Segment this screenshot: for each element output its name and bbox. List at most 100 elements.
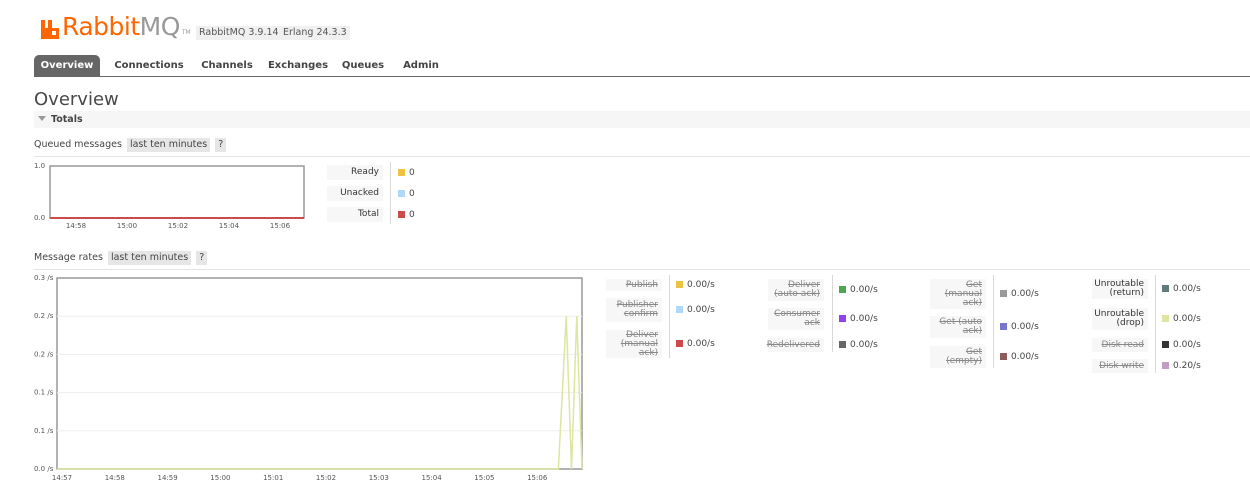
legend-swatch-icon bbox=[1162, 285, 1169, 292]
message-rates-header: Message rates last ten minutes ? bbox=[34, 251, 1250, 270]
legend-label-toggle[interactable]: Unacked bbox=[327, 186, 383, 201]
legend-separator bbox=[669, 275, 670, 358]
legend-value-text: 0 bbox=[409, 167, 415, 178]
logo-trademark: TM bbox=[181, 29, 191, 36]
x-tick-label: 15:00 bbox=[210, 474, 230, 482]
legend-swatch-icon bbox=[1162, 362, 1169, 369]
message-rates-chart: 0.0 /s 0.1 /s 0.1 /s 0.2 /s 0.2 /s 0.3 /s 14:5… bbox=[34, 274, 583, 482]
totals-section-toggle[interactable]: Totals bbox=[34, 111, 1250, 128]
legend-value: 0.00/s bbox=[1162, 340, 1201, 350]
legend-label-toggle[interactable]: Ready bbox=[327, 165, 383, 180]
legend-value: 0.00/s bbox=[676, 280, 715, 290]
legend-separator bbox=[993, 275, 994, 368]
x-tick-label: 15:04 bbox=[219, 222, 240, 230]
legend-value: 0 bbox=[398, 189, 415, 199]
legend-value: 0.00/s bbox=[1000, 322, 1039, 332]
legend-swatch-icon bbox=[1000, 323, 1007, 330]
plot-area bbox=[49, 165, 305, 219]
legend-label-toggle[interactable]: Get (manual ack) bbox=[930, 279, 986, 309]
legend-swatch-icon bbox=[839, 315, 846, 322]
legend-value: 0 bbox=[398, 210, 415, 220]
legend-swatch-icon bbox=[398, 168, 405, 176]
x-tick-label: 15:01 bbox=[263, 474, 283, 482]
legend-label-toggle[interactable]: Publish bbox=[606, 279, 662, 291]
legend-label-toggle[interactable]: Unroutable (drop) bbox=[1092, 308, 1148, 330]
legend-label-toggle[interactable]: Unroutable (return) bbox=[1092, 279, 1148, 299]
queued-help-button[interactable]: ? bbox=[215, 138, 227, 152]
legend-value: 0.00/s bbox=[1162, 284, 1201, 294]
tab-exchanges[interactable]: Exchanges bbox=[262, 55, 334, 76]
legend-label-toggle[interactable]: Disk read bbox=[1092, 338, 1148, 352]
legend-value-text: 0.00/s bbox=[850, 314, 878, 324]
legend-label-text: Publish bbox=[625, 279, 658, 290]
queued-messages-chart: 0.0 1.0 14:58 15:00 15:02 15:04 15:06 bbox=[34, 162, 305, 230]
legend-value: 0 bbox=[398, 168, 415, 178]
legend-label-text: Redelivered bbox=[766, 339, 820, 350]
main-nav-tabs: Overview Connections Channels Exchanges … bbox=[34, 55, 1250, 77]
x-tick-label: 15:02 bbox=[316, 474, 336, 482]
x-tick-label: 15:04 bbox=[422, 474, 443, 482]
tab-overview[interactable]: Overview bbox=[34, 55, 100, 76]
tab-channels[interactable]: Channels bbox=[194, 55, 260, 76]
legend-value: 0.00/s bbox=[839, 285, 878, 295]
x-tick-label: 14:59 bbox=[158, 474, 178, 482]
legend-label-toggle[interactable]: Deliver (manual ack) bbox=[606, 330, 662, 358]
x-tick-label: 14:57 bbox=[52, 474, 72, 482]
erlang-version: Erlang 24.3.3 bbox=[280, 26, 350, 40]
tab-admin[interactable]: Admin bbox=[398, 55, 444, 76]
message-rates-label: Message rates bbox=[34, 252, 103, 263]
legend-label-toggle[interactable]: Deliver (auto ack) bbox=[768, 279, 824, 301]
x-tick-label: 15:06 bbox=[270, 222, 291, 230]
legend-value: 0.00/s bbox=[1000, 289, 1039, 299]
tab-queues[interactable]: Queues bbox=[336, 55, 390, 76]
collapse-triangle-icon bbox=[38, 116, 46, 121]
legend-value-text: 0.00/s bbox=[687, 280, 715, 290]
x-tick-label: 15:06 bbox=[527, 474, 548, 482]
rates-help-button[interactable]: ? bbox=[196, 251, 208, 265]
legend-value-text: 0.00/s bbox=[1011, 289, 1039, 299]
queued-messages-label: Queued messages bbox=[34, 139, 122, 150]
legend-value-text: 0.00/s bbox=[1011, 322, 1039, 332]
legend-value: 0.00/s bbox=[839, 314, 878, 324]
legend-label-text: Get (manual ack) bbox=[944, 279, 982, 308]
legend-value-text: 0 bbox=[409, 209, 415, 220]
legend-value: 0.00/s bbox=[839, 340, 878, 350]
legend-value-text: 0.00/s bbox=[1173, 314, 1201, 324]
legend-label-toggle[interactable]: Get (empty) bbox=[930, 346, 986, 368]
queued-range-selector[interactable]: last ten minutes bbox=[126, 138, 211, 152]
legend-swatch-icon bbox=[839, 341, 846, 348]
legend-label-toggle[interactable]: Disk write bbox=[1092, 359, 1148, 373]
legend-label-text: Deliver (auto ack) bbox=[774, 280, 820, 299]
legend-label-text: Unacked bbox=[340, 188, 379, 198]
legend-swatch-icon bbox=[676, 281, 683, 288]
legend-value: 0.00/s bbox=[1162, 314, 1201, 324]
legend-value-text: 0.00/s bbox=[1173, 284, 1201, 294]
legend-label-toggle[interactable]: Publisher confirm bbox=[606, 298, 662, 322]
legend-label-text: Total bbox=[357, 209, 379, 219]
x-tick-label: 14:58 bbox=[105, 474, 125, 482]
legend-swatch-icon bbox=[1000, 290, 1007, 297]
legend-separator bbox=[390, 162, 391, 224]
legend-swatch-icon bbox=[398, 210, 405, 218]
legend-swatch-icon bbox=[676, 340, 683, 347]
legend-label-toggle[interactable]: Get (auto ack) bbox=[930, 316, 986, 338]
page-title: Overview bbox=[34, 89, 119, 110]
tab-connections[interactable]: Connections bbox=[107, 55, 191, 76]
legend-label-toggle[interactable]: Redelivered bbox=[766, 338, 824, 352]
legend-label-text: Consumer ack bbox=[774, 309, 820, 328]
legend-label-text: Disk read bbox=[1101, 339, 1144, 350]
rates-range-selector[interactable]: last ten minutes bbox=[107, 251, 192, 265]
x-tick-label: 14:58 bbox=[66, 222, 86, 230]
legend-label-toggle[interactable]: Total bbox=[327, 207, 383, 222]
legend-value-text: 0.20/s bbox=[1173, 361, 1201, 371]
y-tick-label: 0.0 bbox=[34, 214, 45, 222]
rabbitmq-logo[interactable]: RabbitMQ TM bbox=[40, 14, 191, 40]
legend-label-text: Disk write bbox=[1099, 360, 1144, 371]
y-tick-label: 0.0 /s bbox=[34, 465, 54, 473]
legend-value-text: 0.00/s bbox=[1173, 340, 1201, 350]
legend-value: 0.00/s bbox=[676, 305, 715, 315]
legend-label-toggle[interactable]: Consumer ack bbox=[768, 308, 824, 330]
legend-label-text: Unroutable (drop) bbox=[1094, 309, 1144, 328]
x-tick-label: 15:05 bbox=[474, 474, 494, 482]
legend-swatch-icon bbox=[1162, 341, 1169, 348]
